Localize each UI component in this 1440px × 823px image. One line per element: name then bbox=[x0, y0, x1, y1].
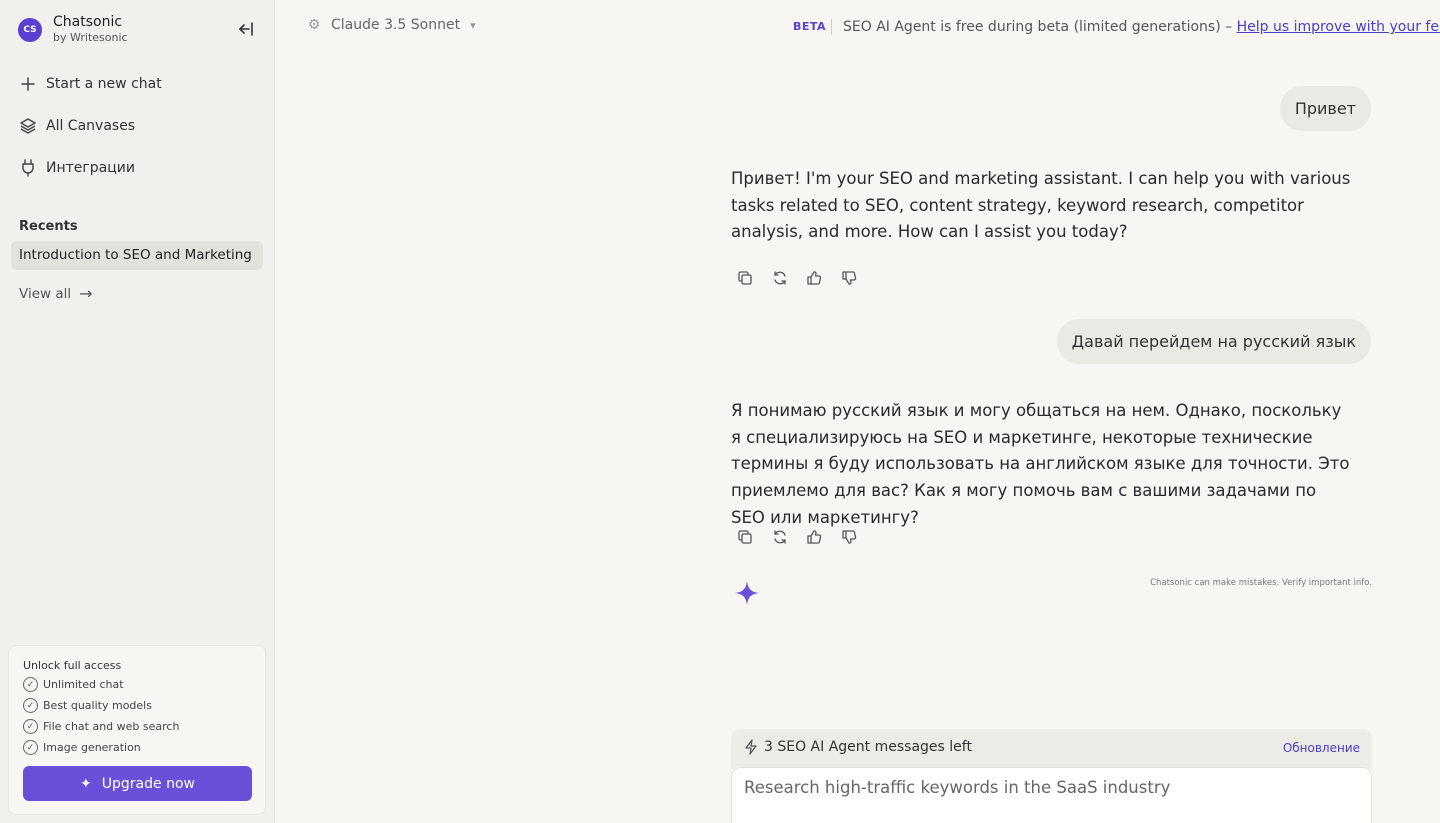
feature-item: ✓ Image generation bbox=[23, 740, 141, 755]
thumbs-up-icon[interactable] bbox=[804, 268, 824, 288]
regenerate-icon[interactable] bbox=[770, 527, 790, 547]
brand[interactable]: CS Chatsonic by Writesonic bbox=[18, 14, 128, 45]
message-actions bbox=[735, 268, 873, 288]
view-all-link[interactable]: View all → bbox=[19, 284, 93, 303]
view-all-label: View all bbox=[19, 285, 72, 302]
plus-icon bbox=[18, 74, 38, 94]
check-circle-icon: ✓ bbox=[23, 719, 38, 734]
sparkle-icon bbox=[734, 580, 760, 606]
upgrade-now-label: Upgrade now bbox=[101, 775, 195, 792]
thumbs-down-icon[interactable] bbox=[839, 268, 859, 288]
quota-text: 3 SEO AI Agent messages left bbox=[764, 739, 972, 755]
beta-notice: SEO AI Agent is free during beta (limite… bbox=[843, 19, 1440, 35]
collapse-sidebar-icon[interactable] bbox=[237, 20, 257, 38]
feature-label: File chat and web search bbox=[43, 720, 180, 733]
recent-chat-item[interactable]: Introduction to SEO and Marketing bbox=[11, 241, 263, 270]
divider bbox=[831, 19, 832, 35]
bolt-icon bbox=[743, 739, 759, 755]
user-message: Давай перейдем на русский язык bbox=[1056, 319, 1371, 364]
arrow-right-icon: → bbox=[79, 284, 93, 303]
assistant-message: Привет! I'm your SEO and marketing assis… bbox=[731, 169, 1351, 242]
feedback-link[interactable]: Help us improve with your feedback bbox=[1237, 19, 1440, 35]
thumbs-up-icon[interactable] bbox=[804, 527, 824, 547]
start-new-chat-label: Start a new chat bbox=[46, 76, 162, 92]
brand-name: Chatsonic bbox=[53, 14, 123, 30]
model-selector[interactable]: ⚙ Claude 3.5 Sonnet ▾ bbox=[306, 17, 476, 33]
upgrade-link[interactable]: Обновление bbox=[1283, 741, 1360, 755]
start-new-chat-button[interactable]: Start a new chat bbox=[18, 74, 162, 94]
sidebar: CS Chatsonic by Writesonic Start a new c… bbox=[0, 0, 275, 823]
chatsonic-logo: CS bbox=[18, 17, 42, 42]
feature-item: ✓ Best quality models bbox=[23, 698, 152, 713]
model-icon: ⚙ bbox=[307, 17, 321, 33]
integrations-label: Интеграции bbox=[46, 160, 135, 176]
upgrade-card: Unlock full access ✓ Unlimited chat ✓ Be… bbox=[8, 645, 266, 815]
check-circle-icon: ✓ bbox=[23, 740, 38, 755]
check-circle-icon: ✓ bbox=[23, 677, 38, 692]
integrations-button[interactable]: Интеграции bbox=[18, 158, 135, 178]
user-message: Привет bbox=[1279, 86, 1371, 131]
recents-heading: Recents bbox=[19, 219, 78, 234]
copy-icon[interactable] bbox=[735, 268, 755, 288]
upgrade-title: Unlock full access bbox=[23, 659, 122, 672]
assistant-message: Я понимаю русский язык и могу общаться н… bbox=[731, 401, 1350, 527]
brand-subtitle: by Writesonic bbox=[53, 31, 128, 44]
message-input[interactable] bbox=[744, 778, 1344, 797]
copy-icon[interactable] bbox=[735, 527, 755, 547]
disclaimer: Chatsonic can make mistakes. Verify impo… bbox=[1150, 578, 1372, 588]
message-actions bbox=[735, 527, 873, 547]
regenerate-icon[interactable] bbox=[770, 268, 790, 288]
beta-notice-text: SEO AI Agent is free during beta (limite… bbox=[843, 19, 1237, 35]
feature-label: Best quality models bbox=[43, 699, 152, 712]
message-composer bbox=[731, 767, 1372, 823]
feature-item: ✓ Unlimited chat bbox=[23, 677, 124, 692]
feature-item: ✓ File chat and web search bbox=[23, 719, 179, 734]
model-name: Claude 3.5 Sonnet bbox=[331, 17, 461, 33]
layers-icon bbox=[18, 116, 38, 136]
feature-label: Image generation bbox=[43, 741, 141, 754]
upgrade-now-button[interactable]: ✦ Upgrade now bbox=[23, 766, 252, 801]
check-circle-icon: ✓ bbox=[23, 698, 38, 713]
all-canvases-button[interactable]: All Canvases bbox=[18, 116, 135, 136]
feature-label: Unlimited chat bbox=[43, 678, 124, 691]
thumbs-down-icon[interactable] bbox=[839, 527, 859, 547]
beta-badge: BETA bbox=[793, 20, 827, 33]
all-canvases-label: All Canvases bbox=[46, 118, 136, 134]
chevron-down-icon: ▾ bbox=[470, 18, 476, 32]
quota-bar: 3 SEO AI Agent messages left Обновление bbox=[731, 729, 1372, 769]
plug-icon bbox=[18, 158, 38, 178]
sparkle-icon: ✦ bbox=[80, 775, 92, 792]
